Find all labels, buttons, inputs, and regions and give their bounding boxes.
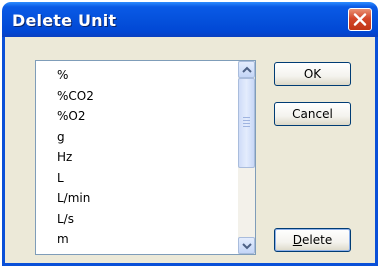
cancel-button[interactable]: Cancel <box>274 102 351 126</box>
list-item[interactable]: % <box>57 65 94 86</box>
dialog-body: % %CO2 %O2 g Hz L L/min L/s m OK Cancel … <box>2 37 378 266</box>
scroll-thumb[interactable] <box>238 78 255 168</box>
list-item[interactable]: g <box>57 127 94 148</box>
close-icon <box>353 13 367 26</box>
ok-button-label: OK <box>303 67 322 81</box>
list-item[interactable]: %CO2 <box>57 86 94 107</box>
list-item[interactable]: L/min <box>57 188 94 209</box>
scroll-down-button[interactable] <box>238 237 255 254</box>
delete-button-label: Delete <box>292 233 333 247</box>
window-title: Delete Unit <box>12 11 117 30</box>
vertical-scrollbar[interactable] <box>238 61 255 254</box>
close-button[interactable] <box>348 8 372 31</box>
chevron-up-icon <box>242 66 252 73</box>
cancel-button-label: Cancel <box>292 107 333 121</box>
scroll-up-button[interactable] <box>238 61 255 78</box>
list-item[interactable]: m <box>57 229 94 250</box>
chevron-down-icon <box>242 243 252 250</box>
title-bar[interactable]: Delete Unit <box>2 2 378 37</box>
list-item[interactable]: Hz <box>57 147 94 168</box>
list-item[interactable]: L <box>57 168 94 189</box>
ok-button[interactable]: OK <box>274 62 351 86</box>
delete-unit-dialog: Delete Unit % %CO2 %O2 g Hz L L/min L/s … <box>0 0 382 268</box>
list-item[interactable]: %O2 <box>57 106 94 127</box>
delete-button[interactable]: Delete <box>274 228 351 252</box>
list-item[interactable]: L/s <box>57 209 94 230</box>
unit-list[interactable]: % %CO2 %O2 g Hz L L/min L/s m <box>35 60 256 255</box>
unit-list-items: % %CO2 %O2 g Hz L L/min L/s m <box>57 65 94 250</box>
